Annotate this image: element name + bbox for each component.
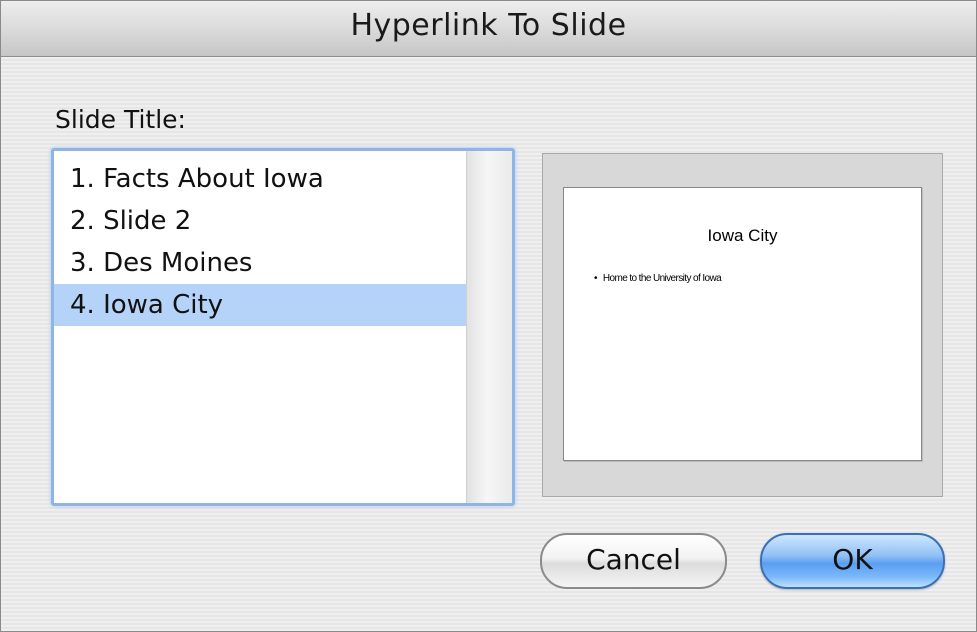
- slide-preview-frame: Iowa City • Home to the University of Iow…: [542, 153, 943, 497]
- preview-bullet-text: Home to the University of Iowa: [602, 273, 722, 284]
- slide-list-box: 1. Facts About Iowa 2. Slide 2 3. Des Mo…: [51, 148, 515, 506]
- slide-list-item-2[interactable]: 2. Slide 2: [54, 200, 466, 242]
- preview-slide-title: Iowa City: [707, 226, 778, 245]
- slide-title-label: Slide Title:: [55, 105, 186, 134]
- title-bar[interactable]: Hyperlink To Slide: [1, 1, 976, 57]
- slide-list-scrollbar[interactable]: [466, 151, 512, 503]
- hyperlink-dialog: Hyperlink To Slide Slide Title: 1. Facts…: [0, 0, 977, 632]
- bullet-icon: •: [594, 273, 597, 284]
- ok-button[interactable]: OK: [760, 533, 945, 589]
- preview-bullet: • Home to the University of Iowa: [594, 273, 722, 284]
- slide-list-item-1[interactable]: 1. Facts About Iowa: [54, 158, 466, 200]
- slide-list-item-3[interactable]: 3. Des Moines: [54, 242, 466, 284]
- cancel-button[interactable]: Cancel: [540, 533, 727, 589]
- slide-list[interactable]: 1. Facts About Iowa 2. Slide 2 3. Des Mo…: [54, 151, 467, 503]
- dialog-title: Hyperlink To Slide: [350, 8, 627, 43]
- slide-list-item-4[interactable]: 4. Iowa City: [54, 284, 466, 326]
- slide-preview: Iowa City • Home to the University of Iow…: [563, 187, 922, 461]
